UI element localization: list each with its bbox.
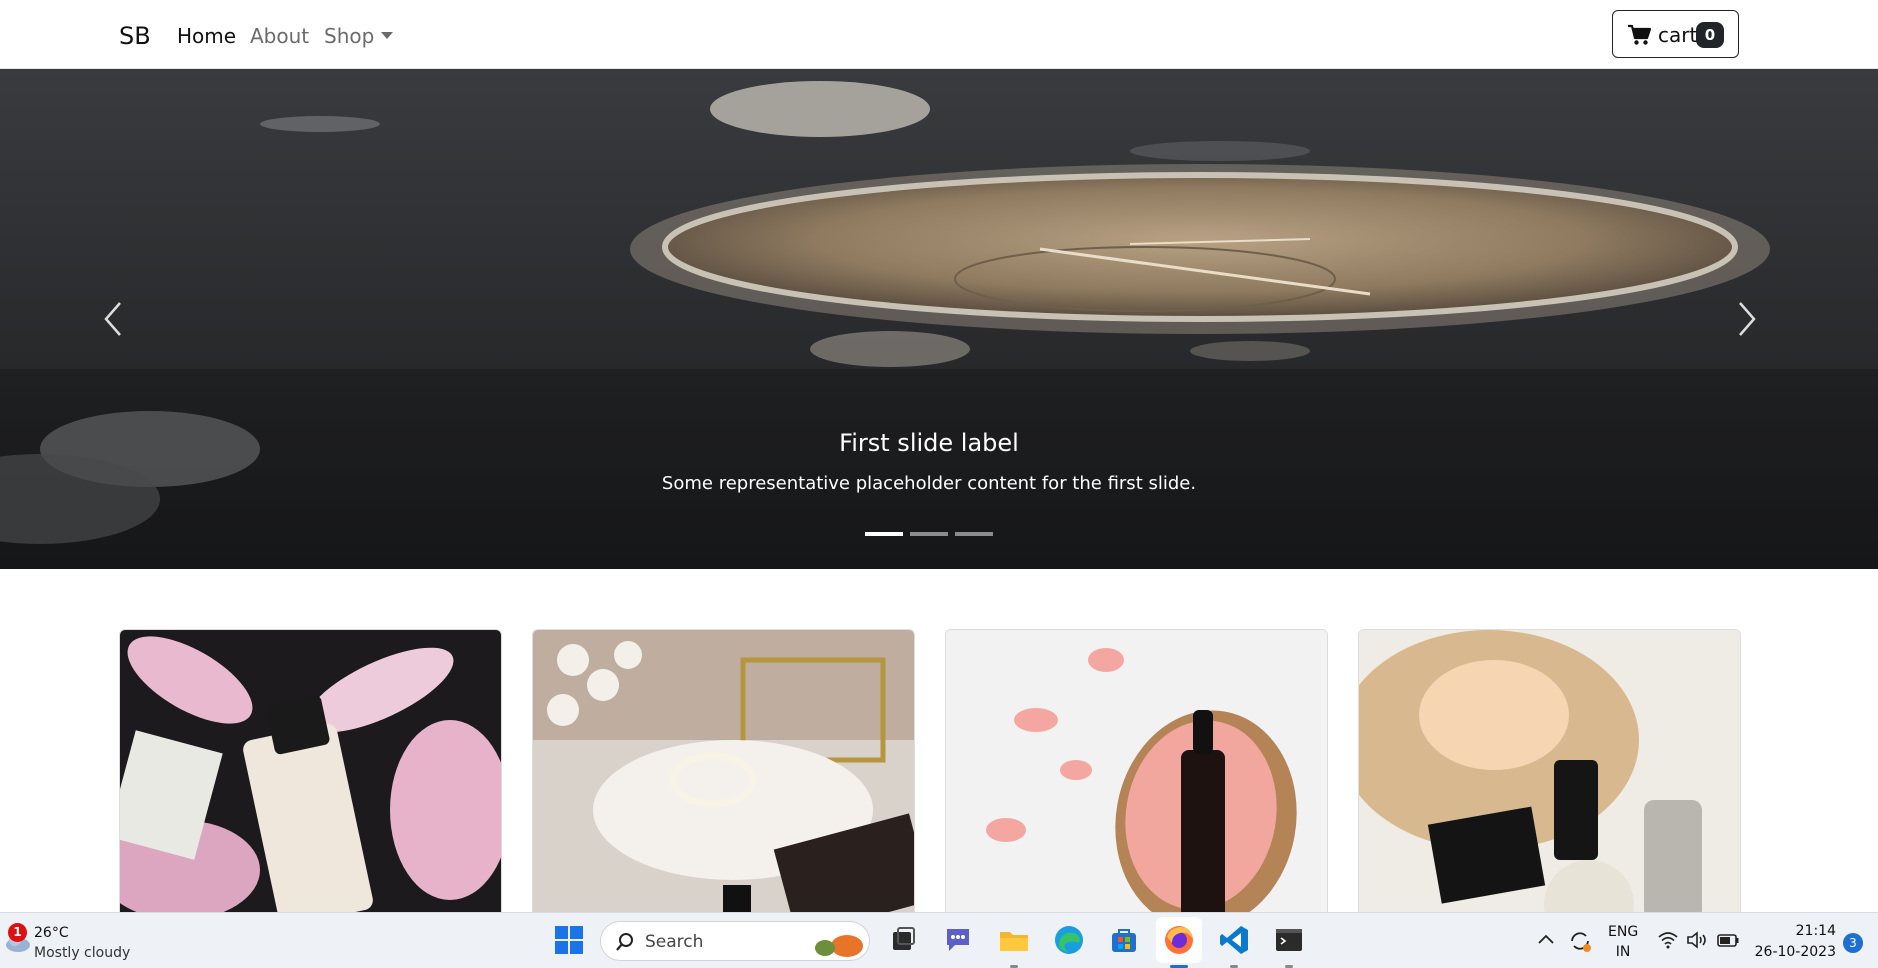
- slide-caption-text: Some representative placeholder content …: [661, 473, 1197, 494]
- slide-image-watch: [0, 69, 1878, 569]
- nav-about[interactable]: About: [250, 24, 309, 48]
- region-indicator[interactable]: IN: [1608, 944, 1638, 960]
- search-icon: [616, 933, 633, 951]
- clock-time[interactable]: 21:14: [1750, 923, 1836, 939]
- microsoft-store-icon[interactable]: [1107, 923, 1141, 957]
- carousel-next-button[interactable]: [1730, 299, 1760, 339]
- hero-carousel: First slide label Some representative pl…: [0, 69, 1878, 569]
- taskbar: 1 26°C Mostly cloudy Search ENG IN 21:14…: [0, 912, 1878, 968]
- search-label: Search: [645, 932, 704, 952]
- chat-icon[interactable]: [941, 923, 975, 957]
- nav-shop[interactable]: Shop: [324, 24, 374, 48]
- vscode-icon[interactable]: [1217, 923, 1251, 957]
- task-view-icon[interactable]: [886, 923, 920, 957]
- product-image: [1359, 630, 1740, 918]
- product-card[interactable]: [1358, 629, 1741, 919]
- windows-start-icon[interactable]: [552, 923, 586, 957]
- chevron-up-icon[interactable]: [1537, 932, 1555, 946]
- slide-caption-title: First slide label: [839, 429, 1019, 457]
- product-image: [946, 630, 1327, 918]
- notification-badge[interactable]: 3: [1843, 933, 1863, 953]
- weather-description[interactable]: Mostly cloudy: [34, 945, 130, 961]
- cart-icon: [1628, 24, 1651, 45]
- weather-temperature[interactable]: 26°C: [34, 925, 69, 941]
- language-indicator[interactable]: ENG: [1608, 924, 1638, 940]
- product-card[interactable]: [945, 629, 1328, 919]
- cart-count-badge: 0: [1696, 22, 1724, 48]
- weather-badge: 1: [8, 923, 27, 942]
- volume-icon[interactable]: [1686, 930, 1708, 950]
- carousel-indicator-1[interactable]: [865, 532, 903, 536]
- product-card[interactable]: [119, 629, 502, 919]
- carousel-indicator-2[interactable]: [910, 532, 948, 536]
- nav-home[interactable]: Home: [177, 24, 236, 48]
- brand-logo[interactable]: SB: [119, 22, 151, 50]
- wifi-icon[interactable]: [1657, 931, 1679, 949]
- clock-date[interactable]: 26-10-2023: [1750, 944, 1836, 960]
- carousel-indicator-3[interactable]: [955, 532, 993, 536]
- edge-browser-icon[interactable]: [1052, 923, 1086, 957]
- product-card[interactable]: [532, 629, 915, 919]
- file-explorer-icon[interactable]: [997, 923, 1031, 957]
- cart-button[interactable]: cart 0: [1612, 10, 1739, 58]
- sync-icon[interactable]: [1568, 929, 1592, 953]
- product-image: [120, 630, 501, 918]
- cart-label: cart: [1658, 23, 1698, 47]
- battery-icon[interactable]: [1716, 931, 1740, 949]
- taskbar-search[interactable]: Search: [600, 921, 870, 961]
- chevron-down-icon[interactable]: [381, 32, 393, 39]
- terminal-icon[interactable]: [1272, 923, 1306, 957]
- navbar: SB Home About Shop cart 0: [0, 0, 1878, 69]
- pumpkin-icon: [815, 935, 863, 957]
- firefox-icon[interactable]: [1162, 923, 1196, 957]
- product-image: [533, 630, 914, 918]
- carousel-prev-button[interactable]: [100, 299, 130, 339]
